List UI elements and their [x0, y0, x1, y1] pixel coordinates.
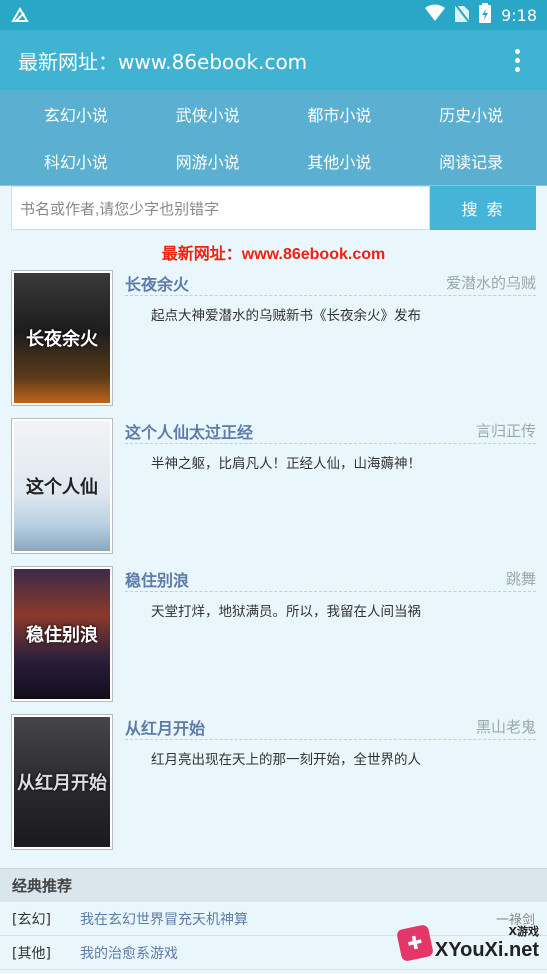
list-item[interactable]: 长夜余火 长夜余火 爱潜水的乌贼 起点大神爱潜水的乌贼新书《长夜余火》发布: [0, 270, 547, 418]
watermark-big: XYouXi.net: [434, 939, 539, 961]
book-title[interactable]: 稳住别浪: [125, 567, 189, 591]
book-cover[interactable]: 稳住别浪: [11, 566, 113, 702]
battery-icon: [479, 3, 492, 27]
book-author[interactable]: 跳舞: [506, 568, 536, 589]
book-list: 长夜余火 长夜余火 爱潜水的乌贼 起点大神爱潜水的乌贼新书《长夜余火》发布 这个…: [0, 270, 547, 862]
list-item[interactable]: 稳住别浪 稳住别浪 跳舞 天堂打烊，地狱满员。所以，我留在人间当祸: [0, 566, 547, 714]
watermark: ✚ X游戏 XYouXi.net: [395, 923, 539, 962]
book-description: 天堂打烊，地狱满员。所以，我留在人间当祸: [151, 604, 421, 620]
book-title[interactable]: 长夜余火: [125, 271, 189, 295]
category-nav: 玄幻小说 武侠小说 都市小说 历史小说 科幻小说 网游小说 其他小说 阅读记录: [0, 90, 547, 186]
search-input[interactable]: 书名或作者,请您少字也别错字: [11, 186, 430, 230]
book-cover[interactable]: 从红月开始: [11, 714, 113, 850]
book-author[interactable]: 爱潜水的乌贼: [446, 272, 536, 293]
search-bar: 书名或作者,请您少字也别错字 搜 索: [11, 186, 536, 230]
cover-title: 长夜余火: [26, 329, 98, 350]
status-bar: 9:18: [0, 0, 547, 30]
search-button[interactable]: 搜 索: [430, 186, 536, 230]
book-title[interactable]: 这个人仙太过正经: [125, 419, 253, 443]
list-item[interactable]: 从红月开始 从红月开始 黑山老鬼 红月亮出现在天上的那一刻开始，全世界的人: [0, 714, 547, 862]
wifi-icon: [425, 4, 446, 26]
book-author[interactable]: 黑山老鬼: [476, 716, 536, 737]
book-cover[interactable]: 这个人仙: [11, 418, 113, 554]
nav-wuxia[interactable]: 武侠小说: [142, 90, 274, 138]
classic-section-title: 经典推荐: [0, 868, 547, 902]
clock: 9:18: [501, 5, 537, 25]
app-title: 最新网址：www.86ebook.com: [18, 49, 308, 74]
cover-title: 稳住别浪: [26, 625, 98, 646]
cover-title: 从红月开始: [17, 773, 107, 794]
cover-title: 这个人仙: [26, 477, 98, 498]
more-vert-icon[interactable]: [505, 48, 529, 72]
promo-url: 最新网址：www.86ebook.com: [161, 246, 386, 263]
nav-qita[interactable]: 其他小说: [274, 138, 406, 186]
book-cover[interactable]: 长夜余火: [11, 270, 113, 406]
rec-category: [玄幻]: [12, 911, 51, 928]
nav-dushi[interactable]: 都市小说: [274, 90, 406, 138]
gamepad-logo-icon: ✚: [395, 923, 434, 962]
watermark-small: X游戏: [508, 925, 539, 938]
no-sim-icon: [454, 3, 470, 26]
notification-icon: [10, 5, 30, 25]
book-description: 起点大神爱潜水的乌贼新书《长夜余火》发布: [151, 308, 421, 324]
nav-lishi[interactable]: 历史小说: [405, 90, 537, 138]
book-author[interactable]: 言归正传: [476, 420, 536, 441]
app-bar: 最新网址：www.86ebook.com: [0, 30, 547, 90]
rec-category: [其他]: [12, 945, 51, 962]
book-title[interactable]: 从红月开始: [125, 715, 205, 739]
book-description: 红月亮出现在天上的那一刻开始，全世界的人: [151, 752, 421, 768]
book-description: 半神之躯，比肩凡人！正经人仙，山海薅神！: [151, 456, 421, 472]
nav-reading-history[interactable]: 阅读记录: [405, 138, 537, 186]
nav-wangyou[interactable]: 网游小说: [142, 138, 274, 186]
nav-kehuan[interactable]: 科幻小说: [10, 138, 142, 186]
list-item[interactable]: 这个人仙 这个人仙太过正经 言归正传 半神之躯，比肩凡人！正经人仙，山海薅神！: [0, 418, 547, 566]
nav-xuanhuan[interactable]: 玄幻小说: [10, 90, 142, 138]
